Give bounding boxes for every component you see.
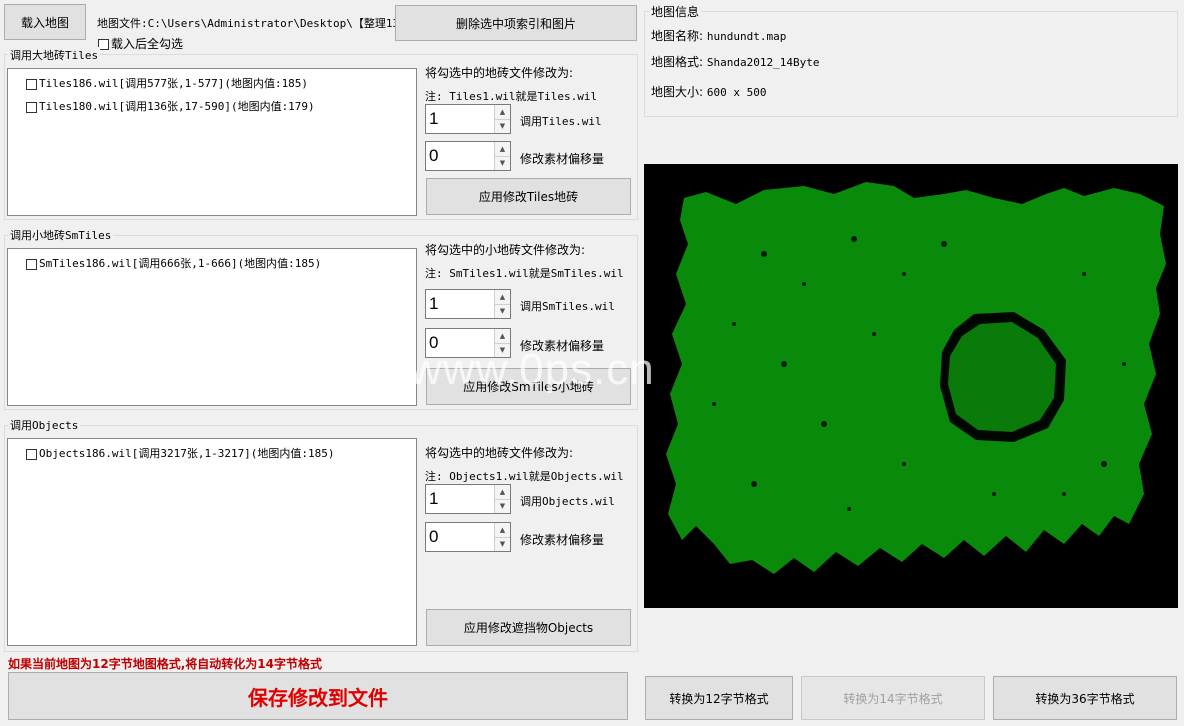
map-file-path: 地图文件:C:\Users\Administrator\Desktop\【整理1… (97, 17, 411, 30)
map-size-row: 地图大小: 600 x 500 (651, 83, 766, 100)
objects-offset-stepper[interactable]: 0 ▲ ▼ (425, 522, 511, 552)
stepper-value: 0 (429, 527, 439, 546)
up-arrow-icon[interactable]: ▲ (495, 329, 510, 344)
list-item-label: SmTiles186.wil[调用666张,1-666](地图内值:185) (39, 257, 322, 270)
map-format-value: Shanda2012_14Byte (706, 56, 820, 69)
apply-tiles-button[interactable]: 应用修改Tiles地砖 (426, 178, 631, 215)
save-button[interactable]: 保存修改到文件 (8, 672, 628, 720)
up-arrow-icon[interactable]: ▲ (495, 485, 510, 500)
list-item[interactable]: SmTiles186.wil[调用666张,1-666](地图内值:185) (26, 255, 321, 271)
down-arrow-icon[interactable]: ▼ (495, 304, 510, 318)
tiles-offset-stepper[interactable]: 0 ▲ ▼ (425, 141, 511, 171)
smtiles-note: 注: SmTiles1.wil就是SmTiles.wil (425, 267, 624, 280)
map-name-label: 地图名称: (651, 29, 704, 43)
item-checkbox[interactable] (26, 448, 37, 460)
stepper-value: 1 (429, 294, 439, 313)
objects-list[interactable]: Objects186.wil[调用3217张,1-3217](地图内值:185) (7, 438, 417, 646)
stepper-value: 1 (429, 109, 439, 128)
smtiles-group-title: 调用小地砖SmTiles (8, 227, 114, 243)
smtiles-modify-label: 将勾选中的小地砖文件修改为: (425, 243, 586, 257)
tiles-modify-label: 将勾选中的地砖文件修改为: (425, 66, 574, 80)
map-terrain (666, 182, 1166, 574)
list-item-label: Objects186.wil[调用3217张,1-3217](地图内值:185) (39, 447, 335, 460)
list-item-label: Tiles180.wil[调用136张,17-590](地图内值:179) (39, 100, 315, 113)
stepper-value: 0 (429, 146, 439, 165)
tiles-file-stepper[interactable]: 1 ▲ ▼ (425, 104, 511, 134)
format-warning: 如果当前地图为12字节地图格式,将自动转化为14字节格式 (8, 657, 322, 671)
objects-modify-label: 将勾选中的地砖文件修改为: (425, 446, 574, 460)
map-name-row: 地图名称: hundundt.map (651, 27, 786, 44)
down-arrow-icon[interactable]: ▼ (495, 499, 510, 513)
convert-36-byte-button[interactable]: 转换为36字节格式 (993, 676, 1177, 720)
map-size-value: 600 x 500 (706, 86, 767, 99)
objects-note: 注: Objects1.wil就是Objects.wil (425, 470, 624, 483)
objects-file-stepper[interactable]: 1 ▲ ▼ (425, 484, 511, 514)
map-preview-image (644, 164, 1178, 608)
smtiles-file-label: 调用SmTiles.wil (520, 300, 615, 313)
objects-file-label: 调用Objects.wil (520, 495, 615, 508)
up-arrow-icon[interactable]: ▲ (495, 105, 510, 120)
item-checkbox[interactable] (26, 258, 37, 270)
map-format-label: 地图格式: (651, 55, 704, 69)
list-item[interactable]: Tiles180.wil[调用136张,17-590](地图内值:179) (26, 98, 315, 114)
down-arrow-icon[interactable]: ▼ (495, 119, 510, 133)
up-arrow-icon[interactable]: ▲ (495, 142, 510, 157)
item-checkbox[interactable] (26, 101, 37, 113)
map-info-title: 地图信息 (649, 3, 702, 20)
down-arrow-icon[interactable]: ▼ (495, 537, 510, 551)
tiles-file-label: 调用Tiles.wil (520, 115, 602, 128)
smtiles-file-stepper[interactable]: 1 ▲ ▼ (425, 289, 511, 319)
objects-offset-label: 修改素材偏移量 (520, 533, 605, 547)
stepper-value: 1 (429, 489, 439, 508)
map-size-label: 地图大小: (651, 85, 704, 99)
convert-12-byte-button[interactable]: 转换为12字节格式 (645, 676, 793, 720)
map-name-value: hundundt.map (706, 30, 787, 43)
up-arrow-icon[interactable]: ▲ (495, 290, 510, 305)
auto-check-label: 载入后全勾选 (111, 37, 184, 51)
auto-check-option[interactable]: 载入后全勾选 (98, 35, 183, 52)
down-arrow-icon[interactable]: ▼ (495, 156, 510, 170)
tiles-offset-label: 修改素材偏移量 (520, 152, 605, 166)
watermark: www.0ps.cn (410, 345, 655, 394)
tiles-group-title: 调用大地砖Tiles (8, 47, 101, 63)
list-item[interactable]: Objects186.wil[调用3217张,1-3217](地图内值:185) (26, 445, 335, 461)
tiles-list[interactable]: Tiles186.wil[调用577张,1-577](地图内值:185) Til… (7, 68, 417, 216)
apply-objects-button[interactable]: 应用修改遮挡物Objects (426, 609, 631, 646)
up-arrow-icon[interactable]: ▲ (495, 523, 510, 538)
list-item-label: Tiles186.wil[调用577张,1-577](地图内值:185) (39, 77, 309, 90)
objects-group-title: 调用Objects (8, 417, 81, 433)
map-format-row: 地图格式: Shanda2012_14Byte (651, 53, 819, 70)
list-item[interactable]: Tiles186.wil[调用577张,1-577](地图内值:185) (26, 75, 308, 91)
map-preview[interactable] (644, 164, 1178, 608)
tiles-note: 注: Tiles1.wil就是Tiles.wil (425, 90, 598, 103)
smtiles-list[interactable]: SmTiles186.wil[调用666张,1-666](地图内值:185) (7, 248, 417, 406)
delete-selected-button[interactable]: 删除选中项索引和图片 (395, 5, 637, 41)
load-map-button[interactable]: 载入地图 (4, 4, 86, 40)
item-checkbox[interactable] (26, 78, 37, 90)
convert-14-byte-button[interactable]: 转换为14字节格式 (801, 676, 985, 720)
